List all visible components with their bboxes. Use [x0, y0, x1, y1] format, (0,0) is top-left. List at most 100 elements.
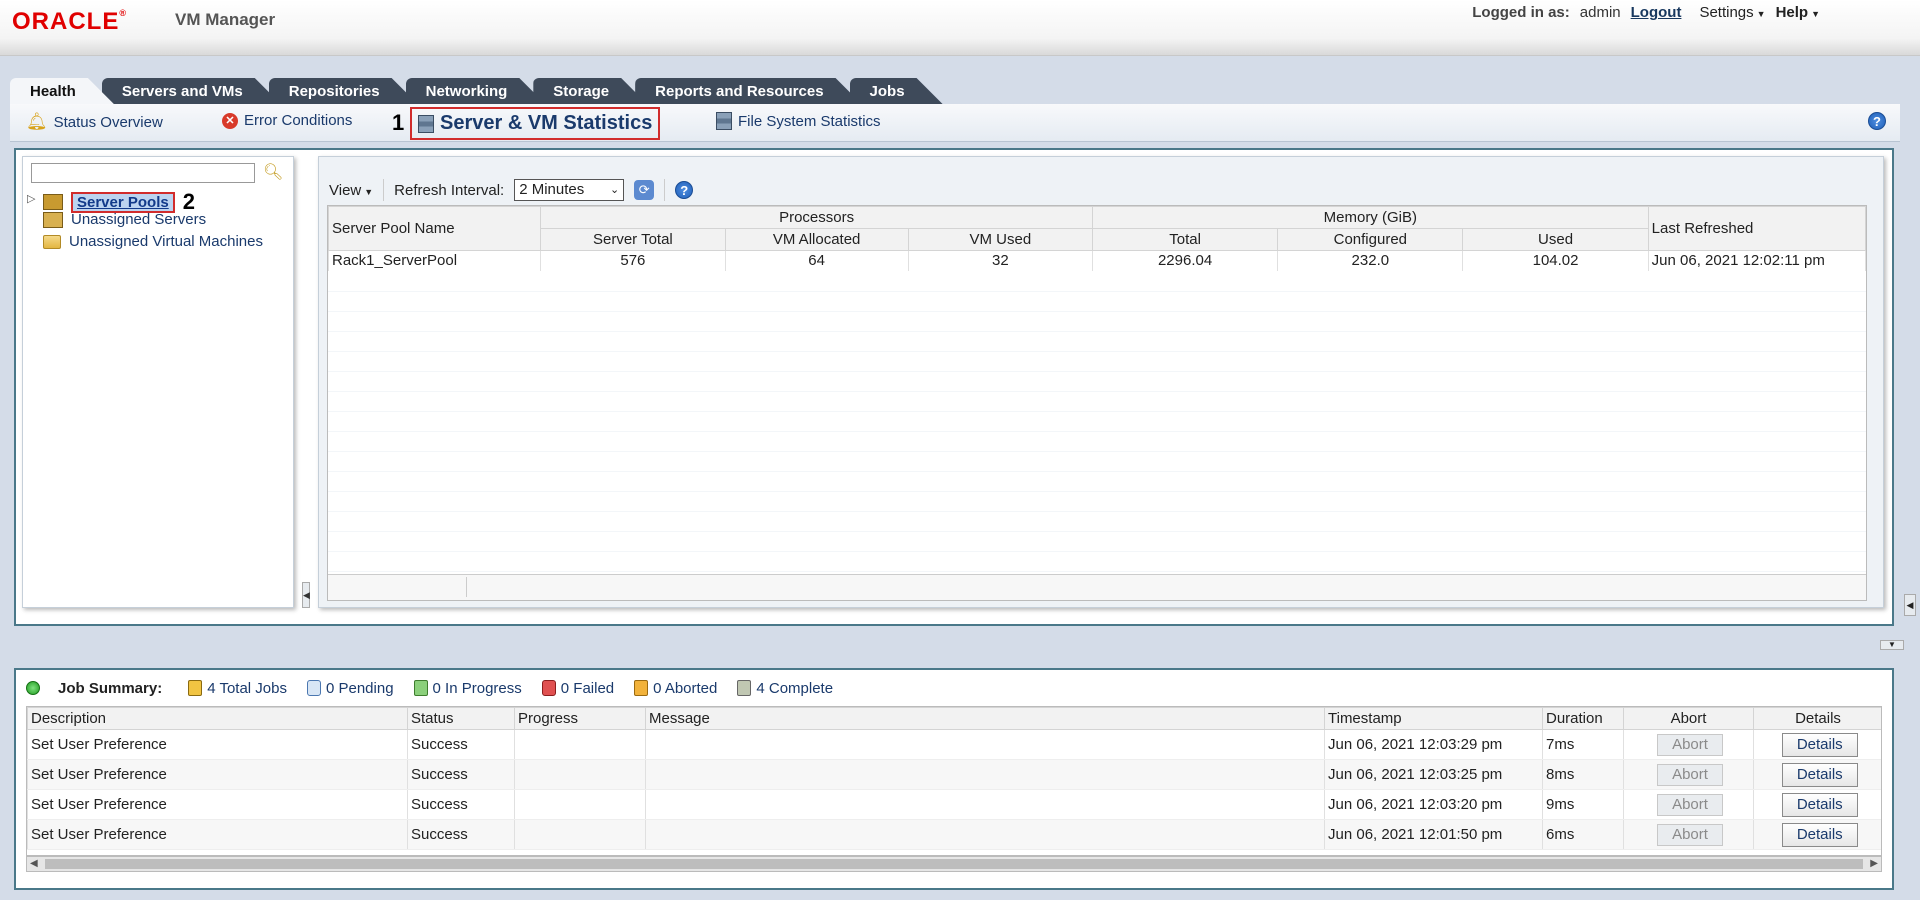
- statistics-panel: View ▼ Refresh Interval: 2 Minutes ⌄ ⟳ ? S…: [318, 156, 1884, 608]
- job-summary-title: Job Summary:: [58, 679, 163, 697]
- help-menu[interactable]: Help ▼: [1776, 4, 1820, 21]
- refresh-interval-value: 2 Minutes: [519, 181, 585, 198]
- col-message[interactable]: Message: [645, 707, 1325, 730]
- cell-progress: [514, 819, 646, 850]
- help-icon[interactable]: ?: [1868, 112, 1886, 130]
- bottom-collapse-button[interactable]: ▼: [1880, 640, 1904, 650]
- col-vm-allocated[interactable]: VM Allocated: [724, 228, 909, 251]
- cell-description: Set User Preference: [27, 759, 408, 790]
- cell-vm-allocated: 64: [724, 250, 909, 271]
- abort-button[interactable]: Abort: [1657, 823, 1723, 846]
- pending-jobs-stat[interactable]: 0 Pending: [306, 680, 394, 697]
- cell-status: Success: [407, 789, 515, 820]
- help-icon[interactable]: ?: [675, 181, 694, 199]
- tree-item-unassigned-servers[interactable]: Unassigned Servers: [43, 211, 206, 228]
- col-progress[interactable]: Progress: [514, 707, 646, 730]
- group-processors: Processors: [540, 206, 1093, 229]
- chevron-down-icon: ⌄: [610, 184, 620, 196]
- tab-storage[interactable]: Storage: [533, 78, 647, 104]
- table-row[interactable]: Set User Preference Success Jun 06, 2021…: [27, 819, 1881, 850]
- logged-in-label: Logged in as:: [1472, 4, 1570, 21]
- complete-jobs-label: 4 Complete: [756, 679, 834, 697]
- tree-search-input[interactable]: [31, 163, 255, 183]
- settings-menu[interactable]: Settings ▼: [1699, 4, 1765, 21]
- refresh-interval-select[interactable]: 2 Minutes ⌄: [514, 179, 625, 201]
- collapse-panel-button[interactable]: ◀: [302, 582, 310, 608]
- subtab-file-system-statistics[interactable]: File System Statistics: [716, 112, 881, 130]
- scroll-right-icon[interactable]: ▶: [1870, 857, 1878, 871]
- col-server-total[interactable]: Server Total: [540, 228, 726, 251]
- refresh-icon[interactable]: ⟳: [634, 180, 655, 200]
- tab-jobs[interactable]: Jobs: [850, 78, 943, 104]
- col-details[interactable]: Details: [1753, 707, 1881, 730]
- status-overview-label: Status Overview: [53, 113, 163, 131]
- in-progress-jobs-stat[interactable]: 0 In Progress: [413, 679, 522, 697]
- status-ok-icon: [26, 681, 40, 695]
- product-name: VM Manager: [175, 10, 276, 29]
- col-description[interactable]: Description: [27, 707, 408, 730]
- col-duration[interactable]: Duration: [1542, 707, 1624, 730]
- cell-duration: 7ms: [1542, 729, 1624, 760]
- col-last-refreshed[interactable]: Last Refreshed: [1647, 206, 1867, 251]
- tab-servers-and-vms[interactable]: Servers and VMs: [102, 78, 281, 104]
- details-button[interactable]: Details: [1781, 732, 1858, 757]
- scroll-left-icon[interactable]: ◀: [30, 857, 38, 871]
- table-row[interactable]: Rack1_ServerPool 576 64 32 2296.04 232.0…: [327, 250, 1867, 271]
- col-timestamp[interactable]: Timestamp: [1324, 707, 1543, 730]
- subtab-error-conditions[interactable]: ✕ Error Conditions: [222, 112, 352, 129]
- table-row[interactable]: Set User Preference Success Jun 06, 2021…: [27, 759, 1881, 790]
- view-menu[interactable]: View ▼: [329, 182, 373, 199]
- cell-status: Success: [407, 729, 515, 760]
- stats-toolbar: View ▼ Refresh Interval: 2 Minutes ⌄ ⟳ ?: [329, 177, 694, 203]
- total-jobs-stat[interactable]: 4 Total Jobs: [188, 680, 287, 697]
- main-panel: 🔍︎ ▷ Server Pools 2 Unassigned Servers U…: [14, 148, 1894, 626]
- abort-button[interactable]: Abort: [1657, 763, 1723, 786]
- cell-description: Set User Preference: [27, 729, 408, 760]
- tab-reports-and-resources[interactable]: Reports and Resources: [635, 78, 861, 104]
- main-tabs: Health Servers and VMs Repositories Netw…: [10, 78, 931, 104]
- scrollbar-thumb[interactable]: [45, 859, 1863, 869]
- in-progress-icon: [413, 680, 428, 696]
- error-icon: ✕: [222, 112, 238, 129]
- cell-details: Details: [1753, 759, 1881, 790]
- col-memory-total[interactable]: Total: [1091, 228, 1279, 251]
- top-bar: ORACLE® VM Manager Logged in as: admin L…: [0, 0, 1920, 56]
- search-icon[interactable]: 🔍︎: [263, 162, 283, 182]
- col-abort[interactable]: Abort: [1623, 707, 1754, 730]
- table-row[interactable]: Set User Preference Success Jun 06, 2021…: [27, 789, 1881, 820]
- subtab-status-overview[interactable]: 🔔︎ Status Overview: [26, 112, 163, 132]
- clipboard-icon: [188, 680, 203, 696]
- subtab-server-vm-statistics[interactable]: Server & VM Statistics: [410, 107, 661, 140]
- tab-networking[interactable]: Networking: [406, 78, 546, 104]
- logout-link[interactable]: Logout: [1631, 4, 1682, 21]
- details-button[interactable]: Details: [1781, 762, 1858, 787]
- aborted-jobs-stat[interactable]: 0 Aborted: [634, 680, 717, 697]
- col-vm-used[interactable]: VM Used: [907, 228, 1093, 251]
- cell-duration: 9ms: [1542, 789, 1624, 820]
- col-memory-used[interactable]: Used: [1462, 228, 1649, 251]
- username: admin: [1579, 4, 1621, 21]
- failed-icon: [541, 680, 556, 696]
- unassigned-vms-label: Unassigned Virtual Machines: [69, 233, 263, 250]
- right-collapse-button[interactable]: ◀: [1904, 594, 1916, 616]
- abort-button[interactable]: Abort: [1657, 793, 1723, 816]
- in-progress-jobs-label: 0 In Progress: [432, 679, 522, 697]
- failed-jobs-stat[interactable]: 0 Failed: [541, 680, 614, 697]
- col-server-pool-name[interactable]: Server Pool Name: [327, 206, 542, 251]
- details-button[interactable]: Details: [1781, 822, 1858, 847]
- table-row[interactable]: Set User Preference Success Jun 06, 2021…: [27, 729, 1881, 760]
- complete-jobs-stat[interactable]: 4 Complete: [737, 680, 833, 697]
- tree-item-unassigned-vms[interactable]: Unassigned Virtual Machines: [43, 233, 263, 250]
- col-memory-configured[interactable]: Configured: [1277, 228, 1464, 251]
- col-status[interactable]: Status: [407, 707, 515, 730]
- horizontal-scrollbar[interactable]: ◀ ▶: [26, 856, 1882, 872]
- tab-health[interactable]: Health: [10, 78, 114, 104]
- details-button[interactable]: Details: [1781, 792, 1858, 817]
- complete-icon: [737, 680, 752, 696]
- toolbar-separator: [664, 179, 666, 201]
- job-summary-bar: Job Summary: 4 Total Jobs 0 Pending 0 In…: [26, 676, 847, 700]
- expand-arrow-icon[interactable]: ▷: [27, 192, 35, 205]
- cell-status: Success: [407, 759, 515, 790]
- abort-button[interactable]: Abort: [1657, 733, 1723, 756]
- tab-repositories[interactable]: Repositories: [269, 78, 418, 104]
